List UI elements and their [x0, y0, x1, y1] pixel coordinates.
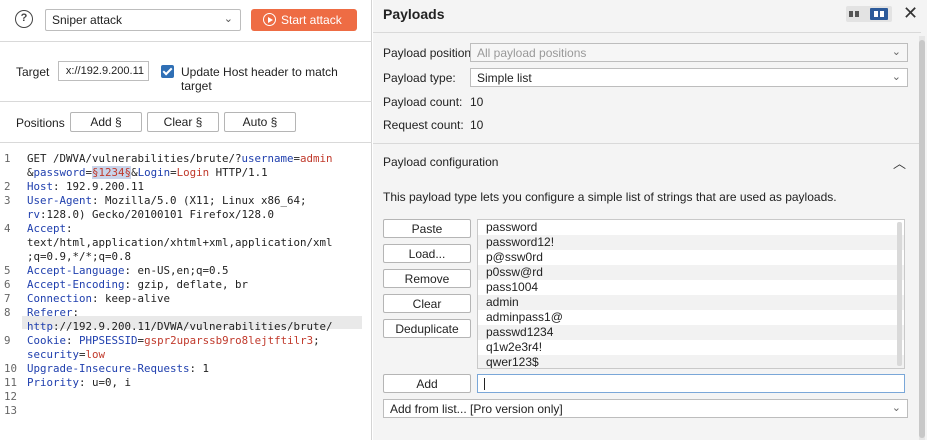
add-from-list-value: Add from list... [Pro version only]	[390, 402, 563, 416]
code-line: Referer:	[27, 306, 80, 319]
attack-type-select[interactable]: Sniper attack ⌄	[45, 9, 241, 31]
code-line: text/html,application/xhtml+xml,applicat…	[27, 236, 333, 249]
play-icon	[263, 13, 276, 26]
payloads-pane: Payloads ✕ Payload position: All payload…	[373, 0, 927, 440]
attack-type-value: Sniper attack	[52, 13, 123, 27]
divider	[0, 101, 372, 102]
line-number: 5	[4, 264, 11, 277]
line-number: 6	[4, 278, 11, 291]
payloads-content: Payload position: All payload positions …	[373, 32, 921, 440]
line-number: 8	[4, 306, 11, 319]
payload-type-label: Payload type:	[383, 71, 456, 85]
request-editor[interactable]: 1 2 3 4 5 6 7 8 9 10 11 12 13 GET /DWVA/…	[0, 150, 372, 440]
code-line: &password=§1234§&Login=Login HTTP/1.1	[27, 166, 268, 179]
code-line: User-Agent: Mozilla/5.0 (X11; Linux x86_…	[27, 194, 307, 207]
paste-button[interactable]: Paste	[383, 219, 471, 238]
clear-button[interactable]: Clear	[383, 294, 471, 313]
code-line: Accept-Encoding: gzip, deflate, br	[27, 278, 249, 291]
list-item[interactable]: password	[478, 220, 904, 235]
code-line: security=low	[27, 348, 106, 361]
line-number: 2	[4, 180, 11, 193]
add-button[interactable]: Add	[383, 374, 471, 393]
payload-list[interactable]: password password12! p@ssw0rd p0ssw@rd p…	[477, 219, 905, 369]
start-attack-button[interactable]: Start attack	[251, 9, 357, 31]
help-icon[interactable]: ?	[15, 10, 33, 28]
positions-label: Positions	[16, 116, 65, 130]
code-line: http://192.9.200.11/DVWA/vulnerabilities…	[27, 320, 333, 333]
start-attack-label: Start attack	[281, 13, 342, 27]
payload-count-value: 10	[470, 95, 484, 109]
line-number: 12	[4, 390, 18, 403]
deduplicate-button[interactable]: Deduplicate	[383, 319, 471, 338]
code-line: ;q=0.9,*/*;q=0.8	[27, 250, 132, 263]
list-item[interactable]: passwd1234	[478, 325, 904, 340]
layout-toggle[interactable]	[846, 6, 892, 22]
close-icon[interactable]: ✕	[903, 3, 918, 24]
request-count-label: Request count:	[383, 118, 464, 132]
list-item[interactable]: q1w2e3r4!	[478, 340, 904, 355]
vertical-layout-icon[interactable]	[870, 8, 888, 20]
chevron-down-icon: ⌄	[891, 71, 901, 83]
divider	[0, 142, 372, 143]
add-from-list-select[interactable]: Add from list... [Pro version only] ⌄	[383, 399, 908, 418]
target-value: x://192.9.200.11	[65, 65, 144, 77]
code-line: Accept-Language: en-US,en;q=0.5	[27, 264, 229, 277]
line-number: 9	[4, 334, 11, 347]
list-item[interactable]: admin	[478, 295, 904, 310]
list-item[interactable]: password12!	[478, 235, 904, 250]
payloads-title: Payloads	[383, 6, 445, 22]
list-item[interactable]: pass1004	[478, 280, 904, 295]
line-number: 3	[4, 194, 11, 207]
line-number: 4	[4, 222, 11, 235]
request-count-value: 10	[470, 118, 484, 132]
target-label: Target	[16, 65, 50, 79]
update-host-label: Update Host header to match target	[181, 65, 338, 93]
code-line: Upgrade-Insecure-Requests: 1	[27, 362, 210, 375]
update-host-checkbox[interactable]	[161, 65, 174, 78]
code-line: GET /DWVA/vulnerabilities/brute/?usernam…	[27, 152, 333, 165]
clear-markers-button[interactable]: Clear §	[147, 112, 219, 132]
payload-position-value: All payload positions	[477, 46, 587, 60]
code-line: Cookie: PHPSESSID=gspr2uparssb9ro8lejtft…	[27, 334, 320, 347]
code-line: Accept:	[27, 222, 73, 235]
add-marker-button[interactable]: Add §	[70, 112, 142, 132]
line-number: 10	[4, 362, 18, 375]
panel-scrollbar[interactable]	[919, 36, 925, 440]
payload-position-label: Payload position:	[383, 46, 475, 60]
line-number: 7	[4, 292, 11, 305]
code-line: Connection: keep-alive	[27, 292, 171, 305]
code-line: rv:128.0) Gecko/20100101 Firefox/128.0	[27, 208, 275, 221]
divider	[373, 143, 919, 144]
line-number: 13	[4, 404, 18, 417]
target-input[interactable]: x://192.9.200.11	[58, 61, 149, 81]
load-button[interactable]: Load...	[383, 244, 471, 263]
payload-type-select[interactable]: Simple list ⌄	[470, 68, 908, 87]
remove-button[interactable]: Remove	[383, 269, 471, 288]
chevron-down-icon: ⌄	[891, 46, 901, 58]
horizontal-layout-icon[interactable]	[849, 9, 863, 19]
payload-config-title: Payload configuration	[383, 155, 499, 169]
list-scrollbar[interactable]	[897, 222, 902, 366]
list-item[interactable]: p0ssw@rd	[478, 265, 904, 280]
payload-type-value: Simple list	[477, 71, 532, 85]
line-number: 11	[4, 376, 18, 389]
line-number: 1	[4, 152, 11, 165]
payload-position-select: All payload positions ⌄	[470, 43, 908, 62]
add-payload-input[interactable]	[477, 374, 905, 393]
list-item[interactable]: p@ssw0rd	[478, 250, 904, 265]
payload-count-label: Payload count:	[383, 95, 463, 109]
request-pane: ? Sniper attack ⌄ Start attack Target x:…	[0, 0, 372, 440]
auto-markers-button[interactable]: Auto §	[224, 112, 296, 132]
payload-config-description: This payload type lets you configure a s…	[383, 190, 837, 204]
chevron-up-icon[interactable]: ︿	[893, 153, 906, 172]
list-item[interactable]: qwer123$	[478, 355, 904, 368]
divider	[0, 41, 372, 42]
code-line: Priority: u=0, i	[27, 376, 132, 389]
chevron-down-icon: ⌄	[891, 402, 901, 414]
chevron-down-icon: ⌄	[223, 13, 233, 25]
list-item[interactable]: adminpass1@	[478, 310, 904, 325]
code-line: Host: 192.9.200.11	[27, 180, 145, 193]
